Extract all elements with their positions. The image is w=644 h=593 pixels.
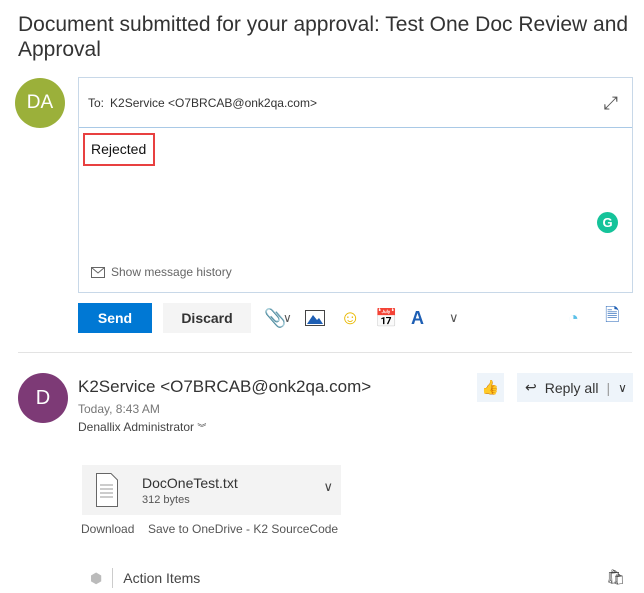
message-date: Today, 8:43 AM bbox=[78, 402, 160, 416]
show-message-history-link[interactable]: Show message history bbox=[91, 265, 232, 279]
attachment-size: 312 bytes bbox=[142, 494, 190, 506]
separator: | bbox=[606, 379, 611, 396]
reply-chevron-down-icon[interactable]: ∨ bbox=[618, 381, 627, 395]
sender-avatar: D bbox=[18, 373, 68, 423]
recipient-name: Denallix Administrator bbox=[78, 420, 195, 434]
recipient[interactable]: Denallix Administrator ︾ bbox=[78, 420, 206, 434]
show-history-label: Show message history bbox=[111, 265, 232, 279]
reply-compose-box: To: K2Service <O7BRCAB@onk2qa.com> ⤢ Rej… bbox=[78, 77, 633, 293]
attachment-name: DocOneTest.txt bbox=[142, 475, 238, 491]
discard-button[interactable]: Discard bbox=[163, 303, 251, 333]
to-field[interactable]: To: K2Service <O7BRCAB@onk2qa.com> bbox=[79, 78, 632, 128]
format-text-icon[interactable]: A bbox=[411, 305, 424, 331]
schedule-calendar-icon[interactable]: 📅 bbox=[375, 305, 397, 331]
save-to-onedrive-link[interactable]: Save to OneDrive - K2 SourceCode bbox=[148, 522, 338, 536]
loop-icon[interactable]: ◔ bbox=[568, 305, 579, 331]
text-file-icon bbox=[96, 473, 118, 507]
to-recipient[interactable]: K2Service <O7BRCAB@onk2qa.com> bbox=[110, 96, 317, 110]
grammarly-icon[interactable]: G bbox=[597, 212, 618, 233]
divider bbox=[18, 352, 632, 353]
document-addin-icon[interactable]: 🗎 bbox=[605, 305, 619, 331]
to-label: To: bbox=[88, 95, 105, 110]
attachment-card[interactable]: DocOneTest.txt 312 bytes ∨ bbox=[82, 465, 341, 515]
reply-all-icon: ↩ bbox=[525, 379, 537, 395]
download-link[interactable]: Download bbox=[81, 522, 134, 536]
envelope-icon bbox=[91, 266, 105, 278]
like-button[interactable]: 👍 bbox=[477, 373, 504, 402]
sender-name[interactable]: K2Service <O7BRCAB@onk2qa.com> bbox=[78, 377, 371, 397]
reply-all-label: Reply all bbox=[544, 379, 599, 396]
email-subject: Document submitted for your approval: Te… bbox=[18, 13, 629, 61]
action-items-label: Action Items bbox=[123, 570, 201, 586]
avatar: DA bbox=[15, 78, 65, 128]
attachment-chevron-down-icon[interactable]: ∨ bbox=[323, 479, 333, 495]
expand-icon[interactable]: ⤢ bbox=[604, 93, 618, 114]
reply-all-button[interactable]: ↩ Reply all | ∨ bbox=[517, 373, 633, 402]
send-button[interactable]: Send bbox=[78, 303, 152, 333]
addin-icon: ⬢ bbox=[90, 569, 103, 586]
attach-chevron-down-icon[interactable]: ∨ bbox=[283, 305, 292, 331]
message-body-input[interactable]: Rejected bbox=[83, 133, 155, 166]
thumbs-up-icon: 👍 bbox=[481, 379, 500, 395]
expand-recipients-icon[interactable]: ︾ bbox=[197, 423, 206, 433]
more-options-chevron-icon[interactable]: ∨ bbox=[449, 305, 459, 331]
insert-picture-icon[interactable] bbox=[305, 305, 325, 331]
emoji-icon[interactable]: ☺ bbox=[340, 305, 360, 331]
separator bbox=[112, 568, 114, 588]
action-items-bar[interactable]: ⬢ Action Items bbox=[90, 568, 200, 588]
office-store-icon[interactable]: 🛍 bbox=[606, 568, 625, 586]
